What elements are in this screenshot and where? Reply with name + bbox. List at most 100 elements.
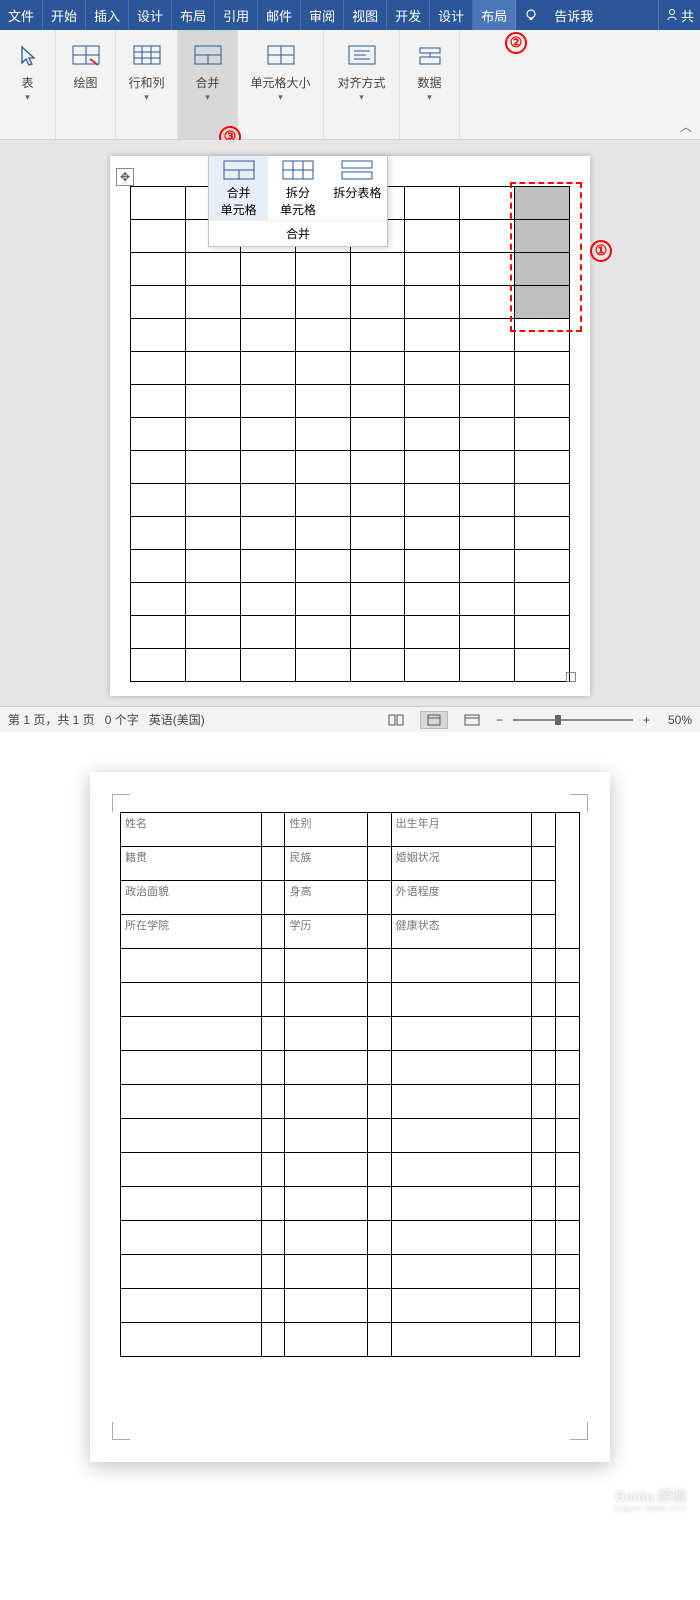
table-cell[interactable] bbox=[350, 352, 405, 385]
table-cell[interactable] bbox=[185, 517, 240, 550]
tab-view[interactable]: 视图 bbox=[344, 0, 387, 30]
dropdown-merge-cells[interactable]: 合并 单元格 bbox=[209, 156, 268, 220]
table-cell[interactable] bbox=[460, 352, 515, 385]
table-cell[interactable] bbox=[515, 418, 570, 451]
table-cell[interactable] bbox=[405, 319, 460, 352]
tab-home[interactable]: 开始 bbox=[43, 0, 86, 30]
table-cell[interactable] bbox=[460, 550, 515, 583]
tell-me-input[interactable]: 告诉我 bbox=[546, 0, 601, 30]
table-cell[interactable] bbox=[460, 253, 515, 286]
table-cell[interactable] bbox=[185, 550, 240, 583]
table-cell[interactable] bbox=[131, 583, 186, 616]
table-cell[interactable] bbox=[240, 649, 295, 682]
table-cell[interactable] bbox=[405, 616, 460, 649]
table-cell[interactable] bbox=[131, 418, 186, 451]
table-cell[interactable] bbox=[405, 385, 460, 418]
table-cell[interactable] bbox=[240, 451, 295, 484]
table-cell[interactable] bbox=[405, 352, 460, 385]
table-cell[interactable] bbox=[295, 418, 350, 451]
table-cell[interactable] bbox=[350, 286, 405, 319]
tab-mailings[interactable]: 邮件 bbox=[258, 0, 301, 30]
table-cell[interactable] bbox=[185, 649, 240, 682]
table-resize-handle[interactable] bbox=[566, 672, 576, 682]
table-cell[interactable] bbox=[515, 451, 570, 484]
ribbon-group-alignment[interactable]: 对齐方式 ▾ bbox=[324, 30, 400, 139]
table-cell[interactable] bbox=[460, 517, 515, 550]
table-cell[interactable] bbox=[405, 517, 460, 550]
table-cell[interactable] bbox=[295, 616, 350, 649]
table-cell[interactable] bbox=[405, 550, 460, 583]
table-cell[interactable] bbox=[350, 319, 405, 352]
table-cell[interactable] bbox=[240, 517, 295, 550]
table-cell[interactable] bbox=[295, 253, 350, 286]
tab-table-layout[interactable]: 布局 bbox=[473, 0, 516, 30]
table-cell[interactable] bbox=[131, 253, 186, 286]
table-cell[interactable] bbox=[350, 583, 405, 616]
table-cell[interactable] bbox=[515, 583, 570, 616]
ribbon-group-rows-cols[interactable]: 行和列 ▾ bbox=[116, 30, 178, 139]
table-cell[interactable] bbox=[460, 616, 515, 649]
table-cell[interactable] bbox=[240, 352, 295, 385]
table-cell[interactable] bbox=[515, 352, 570, 385]
zoom-out-button[interactable]: − bbox=[496, 713, 503, 727]
table-cell[interactable] bbox=[405, 583, 460, 616]
tab-table-design[interactable]: 设计 bbox=[430, 0, 473, 30]
zoom-in-button[interactable]: + bbox=[643, 713, 650, 727]
tab-review[interactable]: 审阅 bbox=[301, 0, 344, 30]
tab-design[interactable]: 设计 bbox=[129, 0, 172, 30]
view-web-layout[interactable] bbox=[458, 711, 486, 729]
table-cell[interactable] bbox=[131, 451, 186, 484]
lightbulb-icon[interactable] bbox=[516, 0, 546, 30]
table-cell[interactable] bbox=[131, 550, 186, 583]
share-button[interactable]: 共 bbox=[658, 0, 700, 30]
table-cell[interactable] bbox=[460, 418, 515, 451]
ribbon-group-data[interactable]: 数据 ▾ bbox=[400, 30, 460, 139]
table-cell[interactable] bbox=[240, 616, 295, 649]
status-language[interactable]: 英语(美国) bbox=[149, 711, 205, 728]
ribbon-group-merge[interactable]: 合并 ▾ bbox=[178, 30, 238, 139]
table-cell[interactable] bbox=[131, 616, 186, 649]
table-cell[interactable] bbox=[240, 583, 295, 616]
tab-file[interactable]: 文件 bbox=[0, 0, 43, 30]
table-cell[interactable] bbox=[185, 418, 240, 451]
table-cell[interactable] bbox=[405, 484, 460, 517]
table-cell[interactable] bbox=[350, 550, 405, 583]
table-cell[interactable] bbox=[350, 451, 405, 484]
tab-insert[interactable]: 插入 bbox=[86, 0, 129, 30]
table-cell[interactable] bbox=[460, 385, 515, 418]
table-cell[interactable] bbox=[350, 253, 405, 286]
table-cell[interactable] bbox=[295, 550, 350, 583]
ribbon-group-select[interactable]: 表 ▾ bbox=[0, 30, 56, 139]
dropdown-split-cells[interactable]: 拆分 单元格 bbox=[268, 156, 327, 220]
table-cell[interactable] bbox=[131, 517, 186, 550]
table-cell[interactable] bbox=[131, 220, 186, 253]
table-cell[interactable] bbox=[405, 451, 460, 484]
table-cell[interactable] bbox=[405, 286, 460, 319]
view-read-mode[interactable] bbox=[382, 711, 410, 729]
table-cell[interactable] bbox=[295, 583, 350, 616]
table-cell[interactable] bbox=[185, 616, 240, 649]
table-cell[interactable] bbox=[460, 187, 515, 220]
table-cell[interactable] bbox=[131, 286, 186, 319]
ribbon-group-cell-size[interactable]: 单元格大小 ▾ bbox=[238, 30, 324, 139]
table-cell[interactable] bbox=[350, 616, 405, 649]
table-move-handle[interactable]: ✥ bbox=[116, 168, 134, 186]
table-cell[interactable] bbox=[460, 286, 515, 319]
table-cell[interactable] bbox=[405, 187, 460, 220]
table-cell[interactable] bbox=[185, 451, 240, 484]
table-cell[interactable] bbox=[460, 484, 515, 517]
table-cell[interactable] bbox=[295, 451, 350, 484]
table-cell[interactable] bbox=[240, 484, 295, 517]
table-cell[interactable] bbox=[131, 187, 186, 220]
tab-developer[interactable]: 开发 bbox=[387, 0, 430, 30]
table-cell[interactable] bbox=[240, 253, 295, 286]
table-cell[interactable] bbox=[405, 418, 460, 451]
table-cell[interactable] bbox=[185, 385, 240, 418]
table-cell[interactable] bbox=[295, 517, 350, 550]
table-cell[interactable] bbox=[460, 583, 515, 616]
table-cell[interactable] bbox=[131, 484, 186, 517]
table-cell[interactable] bbox=[460, 319, 515, 352]
table-cell[interactable] bbox=[460, 451, 515, 484]
table-cell[interactable] bbox=[350, 517, 405, 550]
table-cell[interactable] bbox=[295, 649, 350, 682]
